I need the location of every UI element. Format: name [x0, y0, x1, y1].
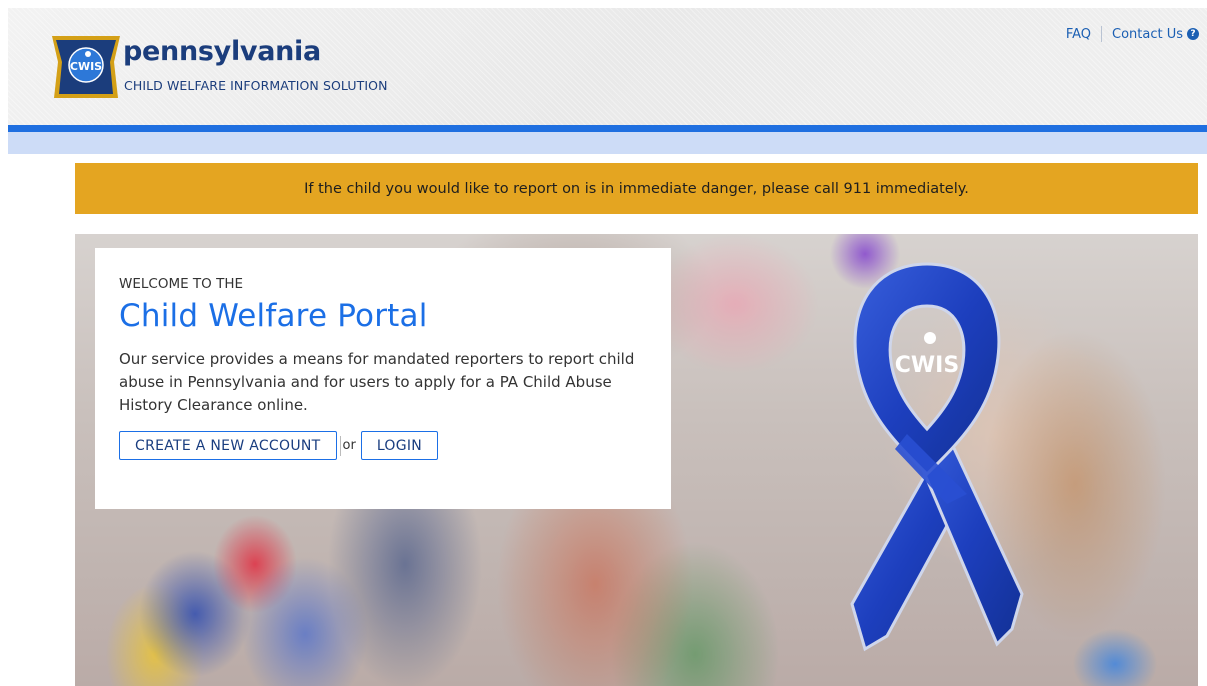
keystone-logo-icon[interactable]: CWIS [46, 32, 126, 102]
awareness-ribbon-icon: CWIS [850, 262, 1024, 652]
account-actions: CREATE A NEW ACCOUNT or LOGIN [119, 431, 647, 460]
nav-divider [1101, 26, 1102, 42]
create-account-button[interactable]: CREATE A NEW ACCOUNT [119, 431, 337, 460]
logo-text: CWIS [70, 60, 102, 73]
header-sub-bar [8, 132, 1207, 154]
brand-name: pennsylvania [123, 36, 321, 67]
top-nav: FAQ Contact Us ? [1066, 26, 1199, 42]
header-accent-bar [8, 125, 1207, 132]
welcome-eyebrow: WELCOME TO THE [119, 276, 244, 292]
contact-us-link[interactable]: Contact Us [1112, 27, 1183, 42]
faq-link[interactable]: FAQ [1066, 27, 1091, 42]
brand-subtitle: CHILD WELFARE INFORMATION SOLUTION [124, 78, 388, 93]
or-separator: or [339, 435, 358, 456]
question-circle-icon[interactable]: ? [1187, 28, 1199, 40]
login-button[interactable]: LOGIN [360, 431, 439, 460]
alert-message: If the child you would like to report on… [304, 180, 969, 197]
welcome-description: Our service provides a means for mandate… [119, 350, 635, 414]
hero-section: WELCOME TO THE Child Welfare Portal Our … [75, 234, 1198, 686]
emergency-alert-banner: If the child you would like to report on… [75, 163, 1198, 214]
welcome-card: WELCOME TO THE Child Welfare Portal Our … [95, 248, 671, 509]
page-title: Child Welfare Portal [119, 298, 428, 334]
ribbon-text: CWIS [895, 353, 959, 378]
site-header: CWIS pennsylvania CHILD WELFARE INFORMAT… [8, 8, 1207, 125]
